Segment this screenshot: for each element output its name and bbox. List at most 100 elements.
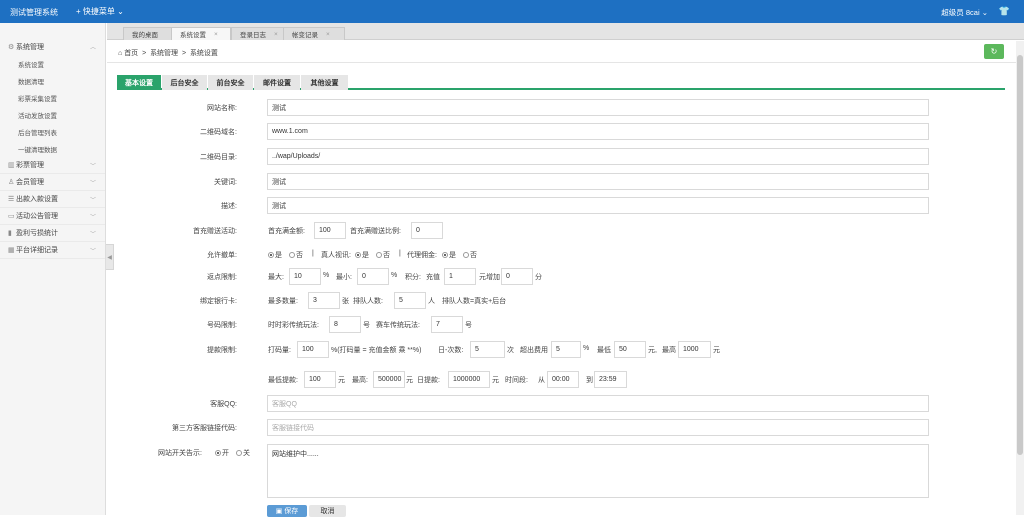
row-description: 描述: 测试 bbox=[117, 197, 1005, 215]
sidebar-item-label: 活动公告管理 bbox=[16, 213, 58, 220]
tab-bar: 我的桌面 系统设置 × 登录日志 × 帐变记录 × bbox=[107, 23, 1024, 40]
close-icon[interactable]: × bbox=[214, 31, 218, 38]
max-withdraw-input[interactable]: 500000 bbox=[373, 371, 405, 388]
bet-label: 打码量: bbox=[268, 347, 291, 354]
cancel-radio-yes[interactable]: 是 bbox=[268, 250, 282, 260]
sidebar-item-profit[interactable]: ▮ 盈利亏损统计 ﹀ bbox=[0, 225, 105, 242]
service-qq-input[interactable]: 客服QQ bbox=[267, 395, 929, 412]
cancel-button[interactable]: 取消 bbox=[309, 505, 346, 517]
sidebar-sub-item[interactable]: 一键清理数据 bbox=[0, 140, 105, 157]
tab-account-changes[interactable]: 帐变记录 × bbox=[283, 27, 345, 40]
app-title: 测试管理系统 bbox=[10, 8, 58, 17]
sidebar-collapse-button[interactable]: ◀ bbox=[106, 244, 114, 270]
close-icon[interactable]: × bbox=[326, 31, 330, 38]
quick-menu-label: 快捷菜单 bbox=[82, 7, 115, 16]
switch-radio-on[interactable]: 开 bbox=[215, 448, 229, 458]
qr-dir-input[interactable]: ../wap/Uploads/ bbox=[267, 148, 929, 165]
min-withdraw-input[interactable]: 100 bbox=[304, 371, 336, 388]
row-rebate: 返点限制: 最大: 10 % 最小: 0 % 积分: 充值 1 元增加 0 分 bbox=[117, 268, 1005, 286]
agent-radio-yes[interactable]: 是 bbox=[442, 250, 456, 260]
tab-mail-settings[interactable]: 邮件设置 bbox=[254, 75, 300, 90]
scrollbar-thumb[interactable] bbox=[1017, 55, 1023, 455]
tab-system-settings[interactable]: 系统设置 × bbox=[171, 27, 231, 40]
bet-note: %(打码量 = 充值金额 乘 **%) bbox=[331, 347, 422, 354]
queue-input[interactable]: 5 bbox=[394, 292, 426, 309]
save-icon: ▣ bbox=[275, 508, 283, 515]
sidebar-sub-item[interactable]: 活动发放设置 bbox=[0, 106, 105, 123]
user-menu[interactable]: 超级员 8cai ⌄ bbox=[941, 7, 988, 18]
site-name-input[interactable]: 测试 bbox=[267, 99, 929, 116]
sidebar-sub-item[interactable]: 系统设置 bbox=[0, 55, 105, 72]
pct-label: % bbox=[323, 272, 330, 279]
min-fee-input[interactable]: 50 bbox=[614, 341, 646, 358]
ssc-label: 时时彩传统玩法: bbox=[268, 322, 319, 329]
qr-domain-input[interactable]: www.1.com bbox=[267, 123, 929, 140]
bet-input[interactable]: 100 bbox=[297, 341, 329, 358]
rebate-min-input[interactable]: 0 bbox=[357, 268, 389, 285]
recharge-input[interactable]: 1 bbox=[444, 268, 476, 285]
hao-label: 号 bbox=[465, 322, 472, 329]
over-fee-input[interactable]: 5 bbox=[551, 341, 581, 358]
first-amount-input[interactable]: 100 bbox=[314, 222, 346, 239]
radio-label: 否 bbox=[296, 252, 303, 259]
pk-input[interactable]: 7 bbox=[431, 316, 463, 333]
first-recharge-label: 首充赠送活动: bbox=[193, 228, 237, 235]
breadcrumb-current: 系统设置 bbox=[189, 50, 218, 57]
daily-count-input[interactable]: 5 bbox=[470, 341, 505, 358]
keywords-label: 关键词: bbox=[214, 179, 237, 186]
time-from-input[interactable]: 00:00 bbox=[547, 371, 579, 388]
close-icon[interactable]: × bbox=[274, 31, 278, 38]
queue-note: 排队人数=真实+后台 bbox=[442, 298, 507, 305]
save-button[interactable]: ▣ 保存 bbox=[267, 505, 307, 517]
tab-other-settings[interactable]: 其他设置 bbox=[301, 75, 348, 90]
tab-basic-settings[interactable]: 基本设置 bbox=[117, 75, 161, 90]
bank-card-label: 绑定银行卡: bbox=[200, 298, 237, 305]
video-radio-no[interactable]: 否 bbox=[376, 250, 390, 260]
ssc-input[interactable]: 8 bbox=[329, 316, 361, 333]
third-party-input[interactable]: 客服链接代码 bbox=[267, 419, 929, 436]
tab-backend-security[interactable]: 后台安全 bbox=[162, 75, 207, 90]
time-to-input[interactable]: 23:59 bbox=[594, 371, 627, 388]
video-radio-yes[interactable]: 是 bbox=[355, 250, 369, 260]
add-points-input[interactable]: 0 bbox=[501, 268, 533, 285]
chevron-down-icon: ﹀ bbox=[89, 249, 96, 255]
yuan-add-label: 元增加 bbox=[479, 274, 500, 281]
tab-login-log[interactable]: 登录日志 × bbox=[231, 27, 291, 40]
refresh-button[interactable]: ↻ bbox=[984, 44, 1004, 59]
row-third-party: 第三方客服链接代码: 客服链接代码 bbox=[117, 419, 1005, 437]
min-withdraw-label: 最低提款: bbox=[268, 377, 298, 384]
sidebar-sub-item[interactable]: 数据清理 bbox=[0, 72, 105, 89]
breadcrumb-item[interactable]: 系统管理 bbox=[150, 50, 178, 57]
sidebar-item-lottery[interactable]: ▥ 彩票管理 ﹀ bbox=[0, 157, 105, 174]
tab-frontend-security[interactable]: 前台安全 bbox=[208, 75, 253, 90]
pk-label: 赛车传统玩法: bbox=[376, 322, 420, 329]
row-service-qq: 客服QQ: 客服QQ bbox=[117, 395, 1005, 413]
rebate-max-input[interactable]: 10 bbox=[289, 268, 321, 285]
keywords-input[interactable]: 测试 bbox=[267, 173, 929, 190]
max-count-input[interactable]: 3 bbox=[308, 292, 340, 309]
from-label: 从 bbox=[538, 377, 545, 384]
skin-icon[interactable]: 👕 bbox=[999, 6, 1010, 17]
agent-radio-no[interactable]: 否 bbox=[463, 250, 477, 260]
sidebar-item-system[interactable]: ⚙ 系统管理 ︿ bbox=[0, 38, 105, 55]
sidebar-item-cashflow[interactable]: ☰ 出款入款设置 ﹀ bbox=[0, 191, 105, 208]
description-input[interactable]: 测试 bbox=[267, 197, 929, 214]
row-allow-cancel: 允许撤单: 是 否 | 真人视讯: 是 否 | 代理佣金: 是 否 bbox=[117, 246, 1005, 264]
sidebar-item-records[interactable]: ▦ 平台详细记录 ﹀ bbox=[0, 242, 105, 259]
yuan-label: 元, bbox=[648, 347, 657, 354]
sidebar-sub-item[interactable]: 后台管理列表 bbox=[0, 123, 105, 140]
breadcrumb-home[interactable]: 首页 bbox=[124, 50, 138, 57]
cancel-radio-no[interactable]: 否 bbox=[289, 250, 303, 260]
daily-withdraw-input[interactable]: 1000000 bbox=[448, 371, 490, 388]
max-fee-input[interactable]: 1000 bbox=[678, 341, 711, 358]
yuan-label: 元 bbox=[492, 377, 499, 384]
sidebar-sub-item[interactable]: 彩票采集设置 bbox=[0, 89, 105, 106]
switch-radio-off[interactable]: 关 bbox=[236, 448, 250, 458]
radio-label: 否 bbox=[383, 252, 390, 259]
notice-textarea[interactable]: 网站维护中...... bbox=[267, 444, 929, 498]
first-ratio-input[interactable]: 0 bbox=[411, 222, 443, 239]
sidebar-item-members[interactable]: ♙ 会员管理 ﹀ bbox=[0, 174, 105, 191]
sidebar-item-activity[interactable]: ▭ 活动公告管理 ﹀ bbox=[0, 208, 105, 225]
quick-menu[interactable]: + 快捷菜单 ⌄ bbox=[76, 6, 124, 17]
sidebar-item-label: 彩票管理 bbox=[16, 162, 44, 169]
